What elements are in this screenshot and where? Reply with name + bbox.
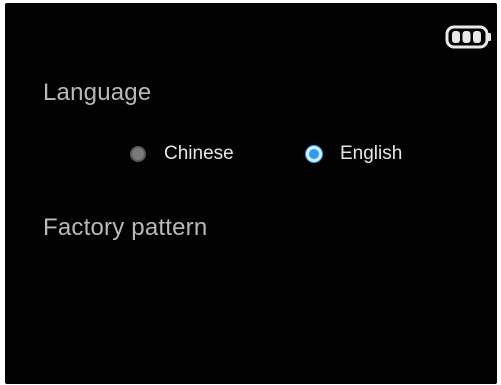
factory-pattern-item[interactable]: Factory pattern: [43, 214, 207, 242]
language-option-english[interactable]: English: [306, 140, 402, 168]
radio-selected-icon[interactable]: [306, 146, 322, 162]
radio-unselected-icon[interactable]: [130, 146, 146, 162]
language-option-label: Chinese: [164, 143, 234, 164]
battery-full-icon: [445, 25, 491, 49]
language-option-label: English: [340, 143, 403, 164]
language-section-title: Language: [43, 79, 152, 106]
language-option-chinese[interactable]: Chinese: [130, 140, 234, 168]
device-screen: Language Chinese English Factory pattern: [5, 3, 497, 384]
